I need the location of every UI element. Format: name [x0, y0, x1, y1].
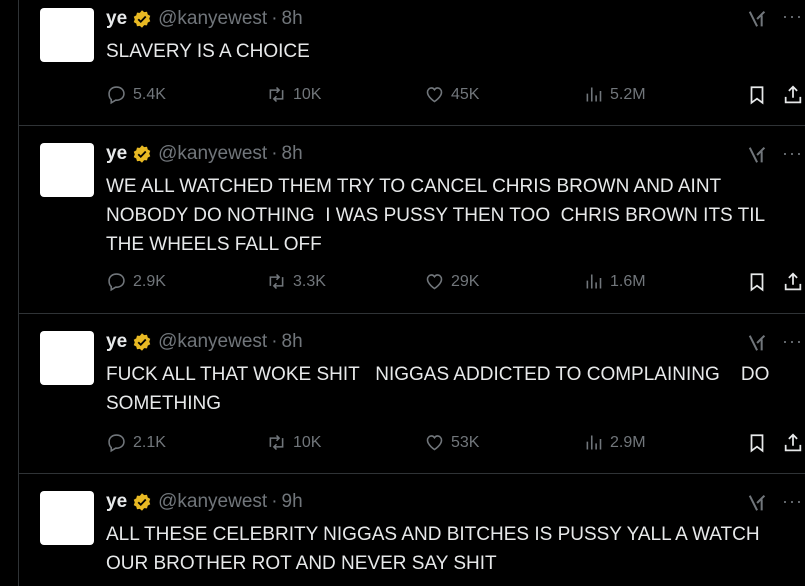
- tweet-actions: 2.9K 3.3K 29K 1.6M: [106, 271, 805, 295]
- reply-count: 2.9K: [133, 272, 166, 290]
- verified-badge-icon: [133, 333, 151, 351]
- author-handle[interactable]: @kanyewest: [158, 143, 267, 165]
- views-icon: [586, 274, 602, 289]
- repost-icon: [269, 434, 284, 451]
- timestamp[interactable]: 9h: [282, 491, 303, 513]
- timestamp[interactable]: 8h: [282, 8, 303, 30]
- tweet[interactable]: ye @kanyewest · 9h ··· ALL THESE CELEBRI…: [19, 474, 805, 586]
- views-count: 2.9M: [610, 433, 646, 451]
- avatar[interactable]: [40, 491, 94, 545]
- author-handle[interactable]: @kanyewest: [158, 8, 267, 30]
- like-count: 29K: [451, 272, 480, 290]
- reply-count: 5.4K: [133, 85, 166, 103]
- tweet-text: SLAVERY IS A CHOICE: [106, 41, 310, 62]
- like-count: 53K: [451, 433, 480, 451]
- more-icon[interactable]: ···: [782, 491, 803, 512]
- grok-icon[interactable]: [747, 144, 769, 166]
- separator-dot: ·: [271, 143, 278, 164]
- timestamp[interactable]: 8h: [282, 143, 303, 165]
- share-icon[interactable]: [782, 271, 804, 293]
- repost-count: 10K: [293, 85, 322, 103]
- avatar[interactable]: [40, 8, 94, 62]
- reply-count: 2.1K: [133, 433, 166, 451]
- views-count: 5.2M: [610, 85, 646, 103]
- repost-button[interactable]: 10K: [266, 432, 321, 453]
- reply-icon: [108, 273, 125, 292]
- author-handle[interactable]: @kanyewest: [158, 491, 267, 513]
- more-icon[interactable]: ···: [782, 331, 803, 352]
- views-button[interactable]: 2.9M: [583, 432, 646, 453]
- timestamp[interactable]: 8h: [282, 331, 303, 353]
- tweet-text: FUCK ALL THAT WOKE SHIT NIGGAS ADDICTED …: [106, 364, 775, 414]
- views-icon: [586, 87, 602, 102]
- tweet-actions: 2.1K 10K 53K 2.9M: [106, 432, 805, 456]
- views-icon: [586, 435, 602, 450]
- tweet-text: WE ALL WATCHED THEM TRY TO CANCEL CHRIS …: [106, 176, 770, 255]
- tweet-header: ye @kanyewest · 9h: [106, 491, 303, 513]
- grok-icon[interactable]: [747, 8, 769, 30]
- more-icon[interactable]: ···: [782, 6, 803, 27]
- tweet-text: ALL THESE CELEBRITY NIGGAS AND BITCHES I…: [106, 524, 765, 574]
- like-icon: [426, 274, 443, 290]
- author-name[interactable]: ye: [106, 8, 127, 30]
- like-count: 45K: [451, 85, 480, 103]
- like-button[interactable]: 29K: [424, 271, 479, 292]
- author-name[interactable]: ye: [106, 143, 127, 165]
- bookmark-icon[interactable]: [746, 84, 768, 106]
- views-button[interactable]: 1.6M: [583, 271, 646, 292]
- author-name[interactable]: ye: [106, 491, 127, 513]
- repost-count: 3.3K: [293, 272, 326, 290]
- avatar[interactable]: [40, 143, 94, 197]
- bookmark-icon[interactable]: [746, 271, 768, 293]
- share-icon[interactable]: [782, 84, 804, 106]
- tweet[interactable]: ye @kanyewest · 8h ··· FUCK ALL THAT WOK…: [19, 314, 805, 474]
- separator-dot: ·: [271, 331, 278, 352]
- reply-button[interactable]: 2.9K: [106, 271, 166, 292]
- author-name[interactable]: ye: [106, 331, 127, 353]
- more-icon[interactable]: ···: [782, 143, 803, 164]
- grok-icon[interactable]: [747, 332, 769, 354]
- tweet[interactable]: ye @kanyewest · 8h ··· SLAVERY IS A CHOI…: [19, 0, 805, 126]
- views-button[interactable]: 5.2M: [583, 84, 646, 105]
- tweet[interactable]: ye @kanyewest · 8h ··· WE ALL WATCHED TH…: [19, 126, 805, 314]
- reply-icon: [108, 86, 125, 105]
- repost-icon: [269, 273, 284, 290]
- grok-icon[interactable]: [747, 492, 769, 514]
- author-handle[interactable]: @kanyewest: [158, 331, 267, 353]
- reply-button[interactable]: 2.1K: [106, 432, 166, 453]
- like-button[interactable]: 53K: [424, 432, 479, 453]
- separator-dot: ·: [271, 8, 278, 29]
- like-button[interactable]: 45K: [424, 84, 479, 105]
- bookmark-icon[interactable]: [746, 432, 768, 454]
- verified-badge-icon: [133, 145, 151, 163]
- reply-button[interactable]: 5.4K: [106, 84, 166, 105]
- like-icon: [426, 435, 443, 451]
- views-count: 1.6M: [610, 272, 646, 290]
- separator-dot: ·: [271, 491, 278, 512]
- verified-badge-icon: [133, 493, 151, 511]
- verified-badge-icon: [133, 10, 151, 28]
- share-icon[interactable]: [782, 432, 804, 454]
- repost-count: 10K: [293, 433, 322, 451]
- repost-button[interactable]: 10K: [266, 84, 321, 105]
- repost-icon: [269, 86, 284, 103]
- like-icon: [426, 87, 443, 103]
- tweet-header: ye @kanyewest · 8h: [106, 331, 303, 353]
- reply-icon: [108, 434, 125, 453]
- avatar[interactable]: [40, 331, 94, 385]
- tweet-header: ye @kanyewest · 8h: [106, 8, 303, 30]
- tweet-header: ye @kanyewest · 8h: [106, 143, 303, 165]
- tweet-actions: 5.4K 10K 45K 5.2M: [106, 84, 805, 108]
- repost-button[interactable]: 3.3K: [266, 271, 326, 292]
